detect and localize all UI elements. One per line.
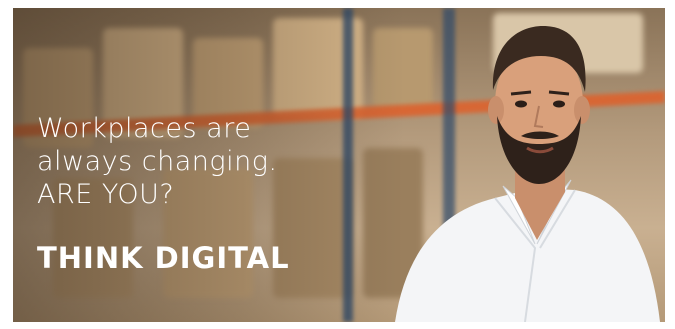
man-photo [395,26,660,322]
hero-banner: Workplaces are always changing. ARE YOU?… [13,8,665,322]
headline-line-2: always changing. [37,146,278,177]
think-digital-tagline: THINK DIGITAL [37,241,290,275]
headline-line-3: ARE YOU? [37,179,175,210]
headline: Workplaces are always changing. ARE YOU? [37,112,278,211]
headline-line-1: Workplaces are [37,113,252,144]
